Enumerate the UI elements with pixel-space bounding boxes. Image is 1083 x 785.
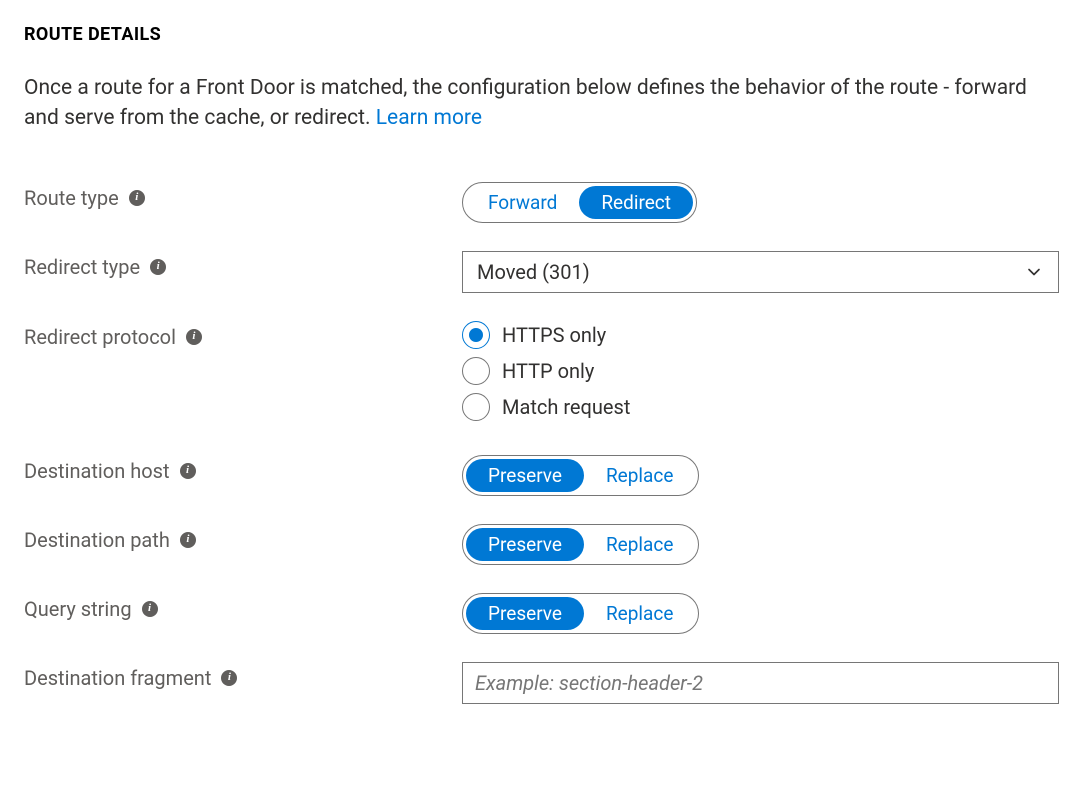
info-icon[interactable]: i — [142, 601, 158, 617]
radio-label: HTTP only — [502, 359, 594, 383]
row-route-type: Route type i Forward Redirect — [24, 168, 1059, 237]
label-text: Route type — [24, 186, 119, 210]
label-text: Redirect type — [24, 255, 140, 279]
destination-host-toggle: Preserve Replace — [462, 455, 699, 496]
destination-host-replace[interactable]: Replace — [584, 459, 695, 492]
description-text: Once a route for a Front Door is matched… — [24, 76, 1027, 130]
row-redirect-protocol: Redirect protocol i HTTPS only HTTP only… — [24, 307, 1059, 441]
row-query-string: Query string i Preserve Replace — [24, 579, 1059, 648]
label-redirect-protocol: Redirect protocol i — [24, 321, 462, 349]
destination-path-preserve[interactable]: Preserve — [466, 528, 584, 561]
label-route-type: Route type i — [24, 182, 462, 210]
label-text: Redirect protocol — [24, 325, 176, 349]
radio-indicator — [462, 393, 490, 421]
label-destination-fragment: Destination fragment i — [24, 662, 462, 690]
query-string-replace[interactable]: Replace — [584, 597, 695, 630]
route-type-toggle: Forward Redirect — [462, 182, 697, 223]
label-text: Destination path — [24, 528, 170, 552]
query-string-toggle: Preserve Replace — [462, 593, 699, 634]
info-icon[interactable]: i — [186, 329, 202, 345]
form-container: Route type i Forward Redirect Redirect t… — [24, 168, 1059, 718]
query-string-preserve[interactable]: Preserve — [466, 597, 584, 630]
route-type-forward[interactable]: Forward — [466, 186, 579, 219]
label-text: Query string — [24, 597, 132, 621]
destination-path-toggle: Preserve Replace — [462, 524, 699, 565]
destination-path-replace[interactable]: Replace — [584, 528, 695, 561]
label-redirect-type: Redirect type i — [24, 251, 462, 279]
radio-indicator — [462, 357, 490, 385]
destination-host-preserve[interactable]: Preserve — [466, 459, 584, 492]
row-destination-fragment: Destination fragment i — [24, 648, 1059, 718]
radio-match-request[interactable]: Match request — [462, 393, 1059, 421]
redirect-protocol-radio-group: HTTPS only HTTP only Match request — [462, 321, 1059, 421]
label-text: Destination host — [24, 459, 170, 483]
info-icon[interactable]: i — [180, 532, 196, 548]
radio-http-only[interactable]: HTTP only — [462, 357, 1059, 385]
info-icon[interactable]: i — [129, 190, 145, 206]
info-icon[interactable]: i — [150, 259, 166, 275]
destination-fragment-input[interactable] — [462, 662, 1059, 704]
label-destination-host: Destination host i — [24, 455, 462, 483]
chevron-down-icon — [1024, 262, 1044, 282]
route-type-redirect[interactable]: Redirect — [579, 186, 693, 219]
label-query-string: Query string i — [24, 593, 462, 621]
info-icon[interactable]: i — [221, 670, 237, 686]
section-description: Once a route for a Front Door is matched… — [24, 73, 1054, 134]
redirect-type-dropdown[interactable]: Moved (301) — [462, 251, 1059, 293]
radio-indicator — [462, 321, 490, 349]
label-destination-path: Destination path i — [24, 524, 462, 552]
learn-more-link[interactable]: Learn more — [376, 106, 482, 130]
row-destination-host: Destination host i Preserve Replace — [24, 441, 1059, 510]
radio-https-only[interactable]: HTTPS only — [462, 321, 1059, 349]
radio-label: HTTPS only — [502, 323, 606, 347]
radio-label: Match request — [502, 395, 630, 419]
row-destination-path: Destination path i Preserve Replace — [24, 510, 1059, 579]
dropdown-value: Moved (301) — [477, 260, 590, 284]
row-redirect-type: Redirect type i Moved (301) — [24, 237, 1059, 307]
label-text: Destination fragment — [24, 666, 211, 690]
info-icon[interactable]: i — [180, 463, 196, 479]
section-heading: ROUTE DETAILS — [24, 24, 1059, 45]
